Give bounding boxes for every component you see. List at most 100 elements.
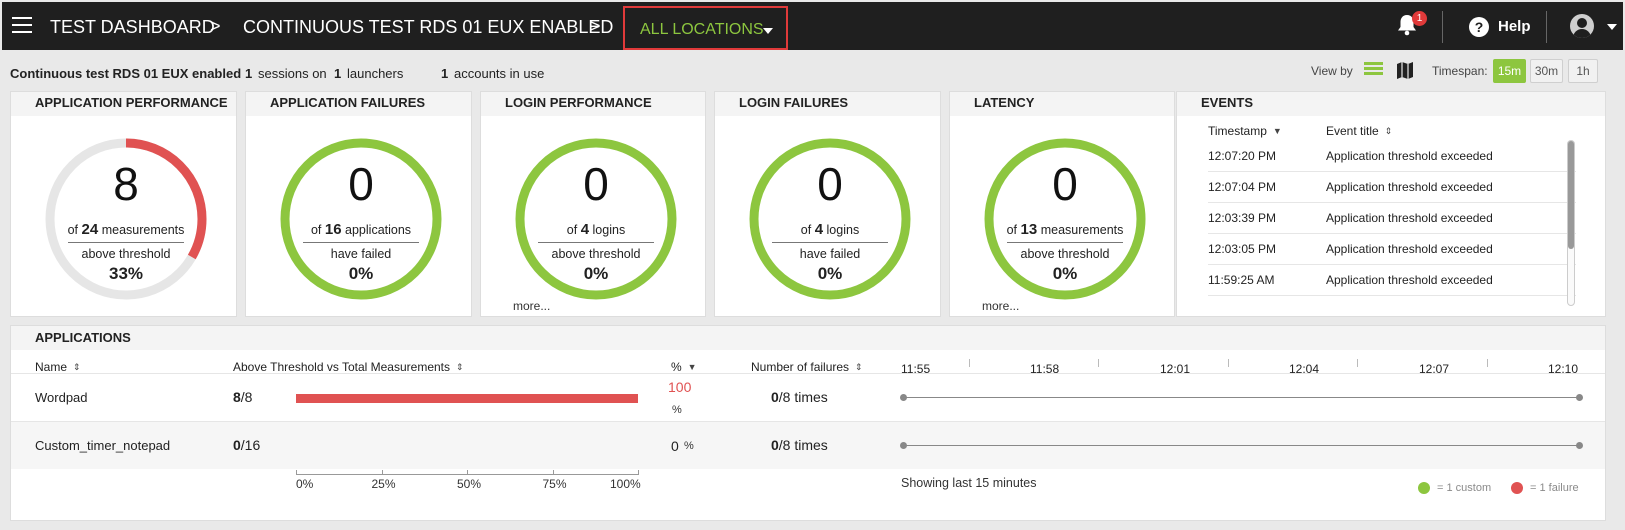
row-percent: 0 bbox=[671, 438, 679, 454]
timeline-line bbox=[903, 397, 1580, 398]
timeline-start-dot bbox=[900, 442, 907, 449]
of-label: of bbox=[566, 223, 578, 237]
help-button[interactable]: Help bbox=[1498, 18, 1531, 35]
axis-tick bbox=[638, 470, 639, 475]
breadcrumb-test-dashboard[interactable]: TEST DASHBOARD bbox=[50, 17, 215, 38]
more-link[interactable]: more... bbox=[982, 299, 1019, 313]
timeline-end-dot bbox=[1576, 442, 1583, 449]
timespan-30m-button[interactable]: 30m bbox=[1530, 59, 1563, 83]
events-scrollbar[interactable] bbox=[1567, 140, 1575, 306]
latency-card[interactable]: LATENCY 0 of 13 measurements above threshol… bbox=[949, 91, 1175, 317]
events-title: EVENTS bbox=[1177, 92, 1605, 116]
gauge-status: have failed bbox=[330, 247, 392, 261]
row-percent-unit: % bbox=[672, 404, 682, 416]
applications-title: APPLICATIONS bbox=[11, 326, 1605, 350]
event-row[interactable]: 12:03:05 PM Application threshold exceede… bbox=[1208, 233, 1576, 265]
axis-tick bbox=[552, 470, 554, 475]
total-count: 13 bbox=[1020, 221, 1038, 238]
timeline-start-dot bbox=[900, 394, 907, 401]
chevron-down-icon bbox=[763, 28, 773, 34]
legend-failure-dot bbox=[1511, 482, 1523, 494]
application-failures-card[interactable]: APPLICATION FAILURES 0 of 16 applications h… bbox=[245, 91, 472, 317]
legend-label: = 1 custom bbox=[1437, 482, 1492, 494]
launchers-label: launchers bbox=[347, 66, 404, 81]
map-view-icon[interactable] bbox=[1396, 61, 1414, 80]
axis-tick bbox=[296, 470, 297, 475]
card-title: APPLICATION FAILURES bbox=[246, 92, 471, 116]
percent-column-header[interactable]: % ▼ bbox=[671, 360, 697, 374]
list-view-icon[interactable] bbox=[1364, 62, 1383, 79]
event-timestamp: 12:07:20 PM bbox=[1208, 149, 1277, 163]
failures-column-header[interactable]: Number of failures ⇕ bbox=[751, 360, 863, 374]
threshold-column-header[interactable]: Above Threshold vs Total Measurements ⇕ bbox=[233, 360, 464, 374]
login-performance-card[interactable]: LOGIN PERFORMANCE 0 of 4 logins above thres… bbox=[480, 91, 706, 317]
gauge-total: of 4 logins bbox=[746, 221, 914, 238]
failures-total: /8 times bbox=[778, 437, 828, 453]
avatar-icon[interactable] bbox=[1570, 14, 1594, 38]
failures-header-label: Number of failures bbox=[751, 360, 850, 374]
applications-panel: APPLICATIONS Name ⇕ Above Threshold vs To… bbox=[10, 325, 1606, 521]
event-row[interactable]: 11:59:25 AM Application threshold exceede… bbox=[1208, 264, 1576, 296]
event-row[interactable]: 12:03:39 PM Application threshold exceede… bbox=[1208, 202, 1576, 234]
event-row[interactable]: 12:07:20 PM Application threshold exceede… bbox=[1208, 140, 1576, 172]
event-timestamp: 11:59:25 AM bbox=[1208, 273, 1275, 287]
timeline-tick-mark bbox=[1228, 359, 1229, 367]
sort-desc-icon: ▼ bbox=[687, 362, 697, 372]
of-label: of bbox=[67, 223, 79, 237]
table-row[interactable]: Custom_timer_notepad 0/16 0% 0/8 times bbox=[11, 421, 1605, 469]
gauge-percent: 0% bbox=[583, 264, 609, 283]
timespan-1h-button[interactable]: 1h bbox=[1568, 59, 1598, 83]
gauge-value: 0 bbox=[817, 158, 843, 210]
name-column-header[interactable]: Name ⇕ bbox=[35, 360, 81, 374]
sort-desc-icon: ▼ bbox=[1272, 126, 1282, 136]
event-title: Application threshold exceeded bbox=[1326, 211, 1493, 225]
card-title: APPLICATION PERFORMANCE bbox=[11, 92, 236, 116]
row-percent: 100 bbox=[668, 379, 692, 395]
gauge-total: of 24 measurements bbox=[42, 221, 210, 238]
gauge: 0 of 13 measurements above threshold 0% bbox=[981, 135, 1149, 303]
above-count: 8 bbox=[233, 389, 241, 405]
failures-count: 0/8 times bbox=[771, 389, 828, 405]
divider bbox=[303, 242, 419, 243]
unit-label: applications bbox=[345, 223, 412, 237]
table-row[interactable]: Wordpad 8/8 100% 0/8 times bbox=[11, 373, 1605, 421]
total-count: 16 bbox=[324, 221, 342, 238]
application-performance-card[interactable]: APPLICATION PERFORMANCE 8 of 24 measuremen… bbox=[10, 91, 237, 317]
sessions-label: sessions on bbox=[258, 66, 327, 81]
timestamp-column-header[interactable]: Timestamp ▼ bbox=[1208, 124, 1282, 138]
gauge-percent: 33% bbox=[108, 264, 144, 283]
sessions-count: 1 bbox=[245, 66, 253, 81]
gauge: 8 of 24 measurements above threshold 33% bbox=[42, 135, 210, 303]
event-timestamp: 12:03:05 PM bbox=[1208, 242, 1277, 256]
legend-label: = 1 failure bbox=[1530, 482, 1579, 494]
scrollbar-thumb[interactable] bbox=[1568, 141, 1574, 249]
gauge-value: 0 bbox=[348, 158, 374, 210]
login-failures-card[interactable]: LOGIN FAILURES 0 of 4 logins have failed 0% bbox=[714, 91, 941, 317]
name-header-label: Name bbox=[35, 360, 68, 374]
event-title: Application threshold exceeded bbox=[1326, 149, 1493, 163]
timestamp-header-label: Timestamp bbox=[1208, 124, 1267, 138]
sort-icon: ⇕ bbox=[73, 362, 81, 372]
gauge: 0 of 4 logins have failed 0% bbox=[746, 135, 914, 303]
timeline-tick-mark bbox=[1357, 359, 1358, 367]
menu-icon[interactable] bbox=[12, 17, 32, 35]
timeline-tick-mark bbox=[1487, 359, 1488, 367]
axis-tick-label: 100% bbox=[610, 477, 641, 491]
breadcrumb-test-name[interactable]: CONTINUOUS TEST RDS 01 EUX ENABLED bbox=[243, 17, 613, 38]
launchers-count: 1 bbox=[334, 66, 342, 81]
unit-label: measurements bbox=[101, 223, 185, 237]
gauge-total: of 16 applications bbox=[277, 221, 445, 238]
chevron-down-icon[interactable] bbox=[1607, 24, 1617, 30]
event-row[interactable]: 12:07:04 PM Application threshold exceede… bbox=[1208, 171, 1576, 203]
timespan-15m-button[interactable]: 15m bbox=[1493, 59, 1526, 83]
help-icon[interactable]: ? bbox=[1469, 17, 1489, 37]
failures-value: 0 bbox=[771, 389, 779, 405]
timeline-tick-mark bbox=[1098, 359, 1099, 367]
more-link[interactable]: more... bbox=[513, 299, 550, 313]
event-title-column-header[interactable]: Event title ⇕ bbox=[1326, 124, 1392, 138]
location-selector[interactable]: ALL LOCATIONS bbox=[623, 6, 788, 50]
of-label: of bbox=[1006, 223, 1018, 237]
event-title: Application threshold exceeded bbox=[1326, 180, 1493, 194]
notification-button[interactable]: 1 bbox=[1396, 11, 1427, 39]
timeline-tick-mark bbox=[969, 359, 970, 367]
